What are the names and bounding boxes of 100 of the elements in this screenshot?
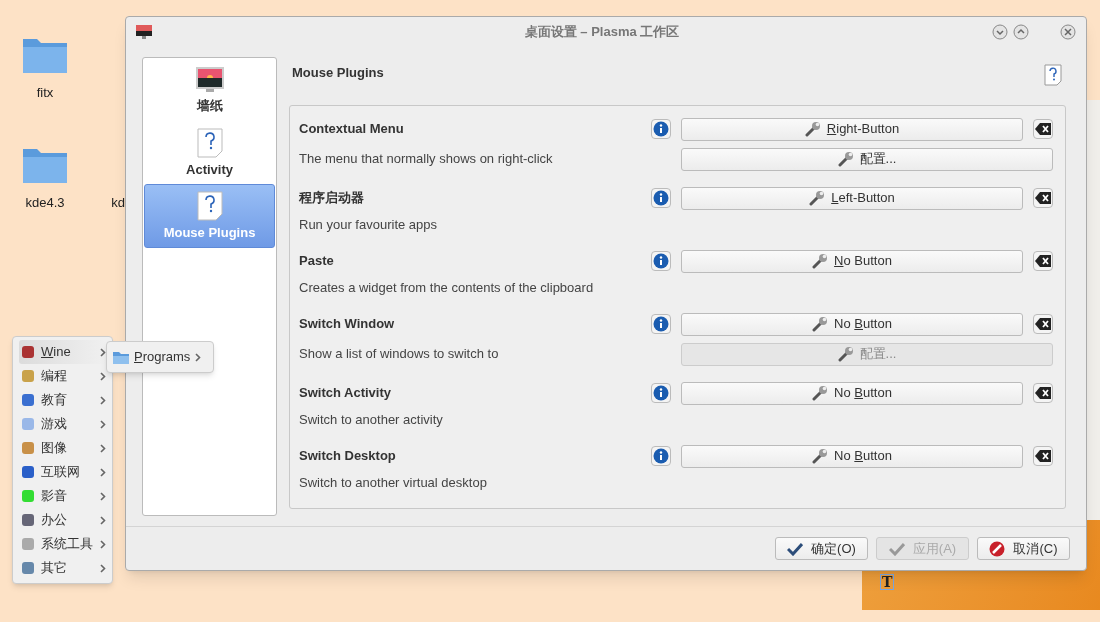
plugin-description: Switch to another virtual desktop [299, 474, 488, 493]
plugin-description: Creates a widget from the contents of the clipboard [299, 279, 595, 298]
info-icon [653, 253, 669, 269]
trigger-button[interactable]: Right-Button [681, 117, 1023, 141]
info-button[interactable] [651, 314, 671, 334]
menu-item[interactable]: 影音 [19, 484, 106, 508]
chevron-right-icon [195, 352, 202, 362]
plugin-description: Switch to another activity [299, 411, 444, 430]
sidebar-item[interactable]: 墙纸 [144, 59, 275, 121]
wrench-icon [837, 346, 854, 362]
chevron-right-icon [100, 491, 106, 501]
unknown-file-icon [196, 191, 223, 221]
menu-item[interactable]: 其它 [19, 556, 106, 580]
plugin-title: Contextual Menu [299, 120, 405, 139]
category-icon [21, 345, 35, 359]
wrench-icon [812, 316, 829, 332]
configure-button[interactable]: 配置... [681, 147, 1053, 171]
close-icon[interactable] [1060, 24, 1076, 40]
page-title: Mouse Plugins [292, 64, 384, 82]
chevron-right-icon [100, 443, 106, 453]
info-icon [653, 121, 669, 137]
trigger-button[interactable]: Left-Button [681, 186, 1023, 210]
chevron-right-icon [100, 515, 106, 525]
info-icon [653, 385, 669, 401]
wrench-icon [804, 121, 821, 137]
trigger-button[interactable]: No Button [681, 444, 1023, 468]
plugin-title: Paste [299, 252, 335, 271]
window-title: 桌面设置 – Plasma 工作区 [524, 23, 680, 42]
info-button[interactable] [651, 383, 671, 403]
plugin-title: Switch Activity [299, 384, 392, 403]
wrench-icon [812, 253, 829, 269]
chevron-right-icon [100, 539, 106, 549]
menu-item[interactable]: Programs [113, 347, 202, 367]
category-icon [21, 513, 35, 527]
plugin-title: Switch Window [299, 315, 396, 334]
wrench-icon [812, 385, 829, 401]
menu-item[interactable]: Wine [19, 340, 106, 364]
sidebar-item[interactable]: Activity [144, 120, 275, 184]
checkmark-icon [787, 541, 804, 556]
remove-button[interactable] [1033, 251, 1053, 271]
remove-button[interactable] [1033, 383, 1053, 403]
chevron-right-icon [100, 467, 106, 477]
plugin-title: 程序启动器 [299, 189, 365, 208]
remove-button[interactable] [1033, 314, 1053, 334]
minimize-icon[interactable] [992, 24, 1008, 40]
chevron-right-icon [100, 371, 106, 381]
info-icon [653, 190, 669, 206]
trigger-button[interactable]: No Button [681, 312, 1023, 336]
icon-label: kde4.3 [25, 194, 65, 212]
backspace-icon [1035, 123, 1051, 135]
info-icon [653, 316, 669, 332]
maximize-icon[interactable] [1013, 24, 1029, 40]
category-icon [21, 489, 35, 503]
remove-button[interactable] [1033, 188, 1053, 208]
backspace-icon [1035, 318, 1051, 330]
dialog-button[interactable]: 取消(C) [977, 537, 1070, 560]
category-icon [21, 417, 35, 431]
backspace-icon [1035, 255, 1051, 267]
menu-item[interactable]: 游戏 [19, 412, 106, 436]
cancel-icon [989, 540, 1006, 557]
unknown-file-icon [196, 127, 223, 158]
category-icon [21, 393, 35, 407]
plugin-description: The menu that normally shows on right-click [299, 150, 554, 169]
help-icon[interactable] [1044, 64, 1062, 86]
menu-item[interactable]: 办公 [19, 508, 106, 532]
chevron-right-icon [100, 347, 106, 357]
category-icon [21, 537, 35, 551]
wrench-icon [809, 190, 826, 206]
wrench-icon [837, 151, 854, 167]
category-icon [21, 369, 35, 383]
remove-button[interactable] [1033, 119, 1053, 139]
info-button[interactable] [651, 251, 671, 271]
menu-item[interactable]: 编程 [19, 364, 106, 388]
info-button[interactable] [651, 119, 671, 139]
menu-item[interactable]: 互联网 [19, 460, 106, 484]
info-button[interactable] [651, 446, 671, 466]
app-icon [136, 25, 152, 39]
menu-item[interactable]: 系统工具 [19, 532, 106, 556]
info-icon [653, 448, 669, 464]
info-button[interactable] [651, 188, 671, 208]
category-icon [21, 561, 35, 575]
trigger-button[interactable]: No Button [681, 381, 1023, 405]
remove-button[interactable] [1033, 446, 1053, 466]
trigger-button[interactable]: No Button [681, 249, 1023, 273]
folder-icon [113, 350, 129, 364]
checkmark-icon [888, 541, 905, 556]
category-icon [21, 441, 35, 455]
category-icon [21, 465, 35, 479]
plugin-title: Switch Desktop [299, 447, 397, 466]
monitor-icon [195, 66, 224, 94]
plugin-description: Show a list of windows to switch to [299, 345, 500, 364]
menu-item[interactable]: 教育 [19, 388, 106, 412]
menu-item[interactable]: 图像 [19, 436, 106, 460]
plugin-description: Run your favourite apps [299, 216, 439, 235]
backspace-icon [1035, 192, 1051, 204]
wrench-icon [812, 448, 829, 464]
backspace-icon [1035, 450, 1051, 462]
icon-label: kd [111, 194, 125, 212]
chevron-right-icon [100, 395, 106, 405]
dialog-button[interactable]: 确定(O) [775, 537, 868, 560]
